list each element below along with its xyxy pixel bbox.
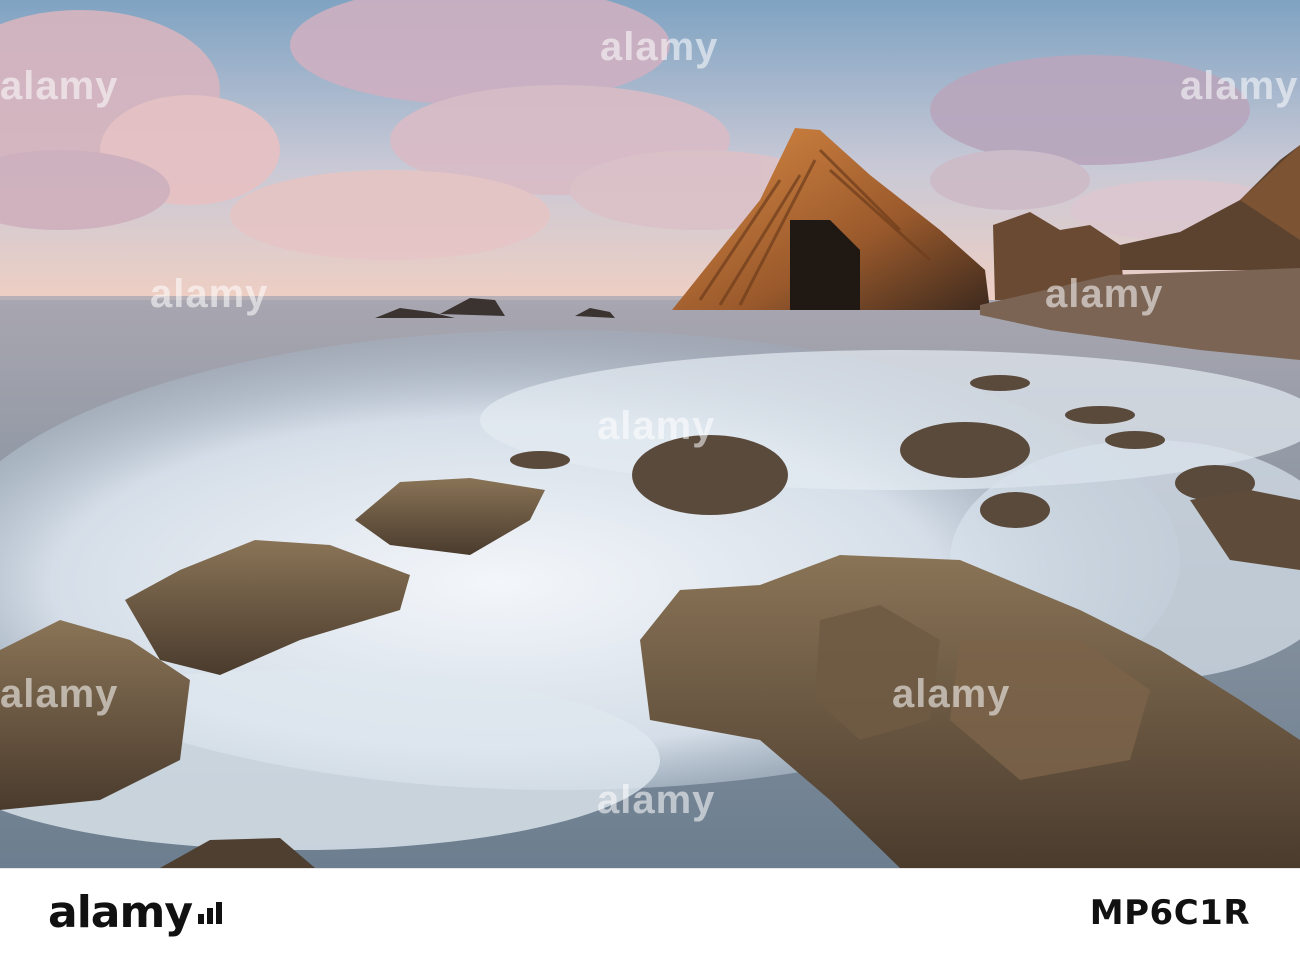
image-id: MP6C1R bbox=[1089, 893, 1250, 933]
alamy-logo[interactable]: alamy bbox=[48, 887, 230, 939]
seascape-photo bbox=[0, 0, 1300, 868]
alamy-mark-icon bbox=[198, 902, 222, 924]
stock-footer: alamy MP6C1R bbox=[0, 868, 1300, 957]
stock-photo: alamy alamy alamy alamy alamy alamy alam… bbox=[0, 0, 1300, 868]
brand-name: alamy bbox=[48, 887, 193, 938]
